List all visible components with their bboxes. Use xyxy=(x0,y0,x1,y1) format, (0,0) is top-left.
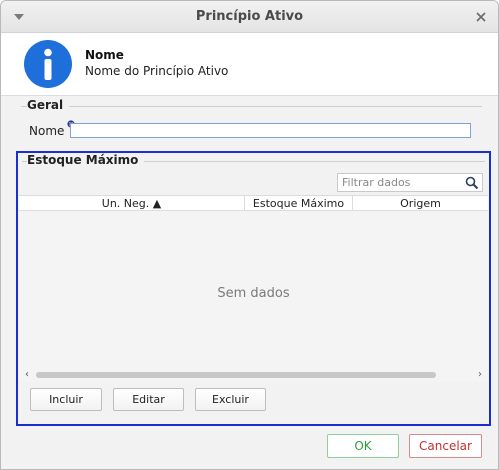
header-subtitle: Nome do Princípio Ativo xyxy=(85,64,229,78)
general-group-title: Geral xyxy=(27,98,70,112)
delete-button[interactable]: Excluir xyxy=(195,388,266,411)
name-input[interactable] xyxy=(70,123,471,138)
ok-button[interactable]: OK xyxy=(327,434,399,458)
close-icon[interactable] xyxy=(474,10,488,24)
title-bar: Princípio Ativo xyxy=(1,1,498,33)
search-icon[interactable] xyxy=(465,176,479,190)
edit-button[interactable]: Editar xyxy=(113,388,184,411)
column-header-max-stock[interactable]: Estoque Máximo xyxy=(245,196,353,211)
empty-message: Sem dados xyxy=(217,286,290,301)
horizontal-scrollbar[interactable]: ‹ › xyxy=(19,368,488,381)
scroll-right-icon[interactable]: › xyxy=(474,368,486,381)
scrollbar-thumb[interactable] xyxy=(36,372,436,378)
dialog-window: Princípio Ativo Nome Nome do Princípio A… xyxy=(0,0,499,470)
scroll-left-icon[interactable]: ‹ xyxy=(21,368,33,381)
window-title: Princípio Ativo xyxy=(195,9,304,24)
header-title: Nome xyxy=(85,48,124,62)
general-divider xyxy=(21,106,482,107)
stock-table: Un. Neg. ▲ Estoque Máximo Origem Sem dad… xyxy=(19,195,488,382)
stock-panel: Estoque Máximo Un. Neg. ▲ Estoque Máximo… xyxy=(16,151,491,426)
dialog-content: Geral Nome Estoque Máximo Un. Neg. ▲ Est… xyxy=(1,95,498,469)
name-label: Nome xyxy=(29,124,65,138)
table-header: Un. Neg. ▲ Estoque Máximo Origem xyxy=(19,196,488,211)
column-header-unit[interactable]: Un. Neg. ▲ xyxy=(19,196,245,211)
stock-group-title: Estoque Máximo xyxy=(27,153,145,167)
add-button[interactable]: Incluir xyxy=(30,388,102,411)
filter-input[interactable] xyxy=(338,174,462,191)
cancel-button[interactable]: Cancelar xyxy=(409,434,482,458)
filter-box xyxy=(337,173,483,192)
column-header-origin[interactable]: Origem xyxy=(353,196,488,211)
dialog-header: Nome Nome do Princípio Ativo xyxy=(1,34,498,95)
info-icon xyxy=(24,40,72,88)
